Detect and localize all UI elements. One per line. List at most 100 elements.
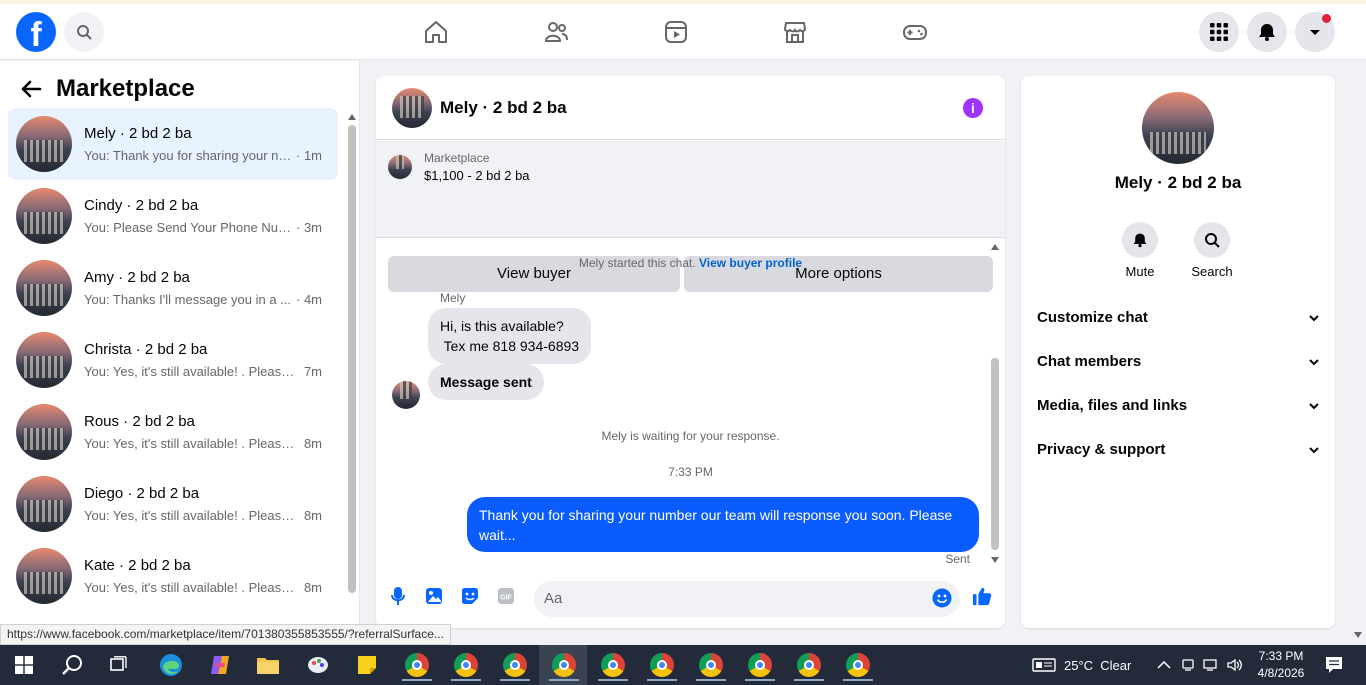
sidebar-title: Marketplace xyxy=(56,75,195,102)
taskbar-chrome[interactable] xyxy=(499,649,531,681)
voice-clip-button[interactable] xyxy=(388,586,408,606)
running-indicator xyxy=(696,679,726,681)
sender-avatar[interactable] xyxy=(392,381,420,409)
taskbar-chrome[interactable] xyxy=(597,649,629,681)
listing-title[interactable]: $1,100 - 2 bd 2 ba xyxy=(424,168,530,183)
chat-members-section[interactable]: Chat members xyxy=(1037,353,1319,370)
notification-center-button[interactable] xyxy=(1318,649,1350,681)
windows-taskbar: 25°C Clear 7:33 PM 4/8/2026 xyxy=(0,645,1366,685)
avatar[interactable] xyxy=(392,87,432,128)
edge-icon xyxy=(160,654,182,676)
nav-marketplace[interactable] xyxy=(781,18,809,46)
profile-name[interactable]: Mely · 2 bd 2 ba xyxy=(1021,173,1335,193)
thread-scroll-up[interactable] xyxy=(991,244,999,250)
account-button[interactable] xyxy=(1295,12,1335,52)
search-icon xyxy=(1205,233,1220,248)
taskbar-chrome[interactable] xyxy=(450,649,482,681)
conversation-item[interactable]: Christa · 2 bd 2 ba You: Yes, it's still… xyxy=(8,324,338,396)
customize-chat-section[interactable]: Customize chat xyxy=(1037,309,1319,326)
taskbar-chrome[interactable] xyxy=(793,649,825,681)
conversation-preview: You: Yes, it's still available! . Please… xyxy=(84,364,300,379)
sticker-button[interactable] xyxy=(460,586,480,606)
outgoing-message[interactable]: Thank you for sharing your number our te… xyxy=(467,497,979,552)
menu-grid-icon xyxy=(1210,23,1228,41)
chevron-down-icon xyxy=(1309,446,1319,453)
folder-icon xyxy=(257,658,279,674)
nav-friends[interactable] xyxy=(542,18,570,46)
taskbar-chrome[interactable] xyxy=(646,649,678,681)
taskbar-chrome[interactable] xyxy=(842,649,874,681)
thread-scrollbar[interactable] xyxy=(991,358,999,550)
conversation-item[interactable]: Rous · 2 bd 2 ba You: Yes, it's still av… xyxy=(8,396,338,468)
message-input[interactable]: Aa xyxy=(534,581,960,617)
sender-name: Mely xyxy=(440,291,466,305)
info-icon[interactable]: i xyxy=(963,98,983,118)
conversation-name: Diego · 2 bd 2 ba xyxy=(84,485,200,502)
taskbar-search[interactable] xyxy=(56,649,88,681)
nav-video[interactable] xyxy=(662,18,690,46)
conversation-item[interactable]: Kate · 2 bd 2 ba You: Yes, it's still av… xyxy=(8,540,338,612)
menu-button[interactable] xyxy=(1199,12,1239,52)
facebook-logo[interactable]: f xyxy=(16,12,56,52)
privacy-support-section[interactable]: Privacy & support xyxy=(1037,441,1319,458)
action-center-icon xyxy=(1326,657,1342,673)
profile-avatar[interactable] xyxy=(1142,92,1214,164)
conversation-preview: You: Please Send Your Phone Num... xyxy=(84,220,292,235)
conversation-item[interactable]: Mely · 2 bd 2 ba You: Thank you for shar… xyxy=(8,108,338,180)
incoming-message[interactable]: Message sent xyxy=(428,364,544,400)
bell-icon xyxy=(1133,233,1147,248)
thread-scroll-down[interactable] xyxy=(991,557,999,563)
gaming-icon xyxy=(903,25,927,40)
back-arrow-icon[interactable] xyxy=(20,79,42,99)
search-button[interactable] xyxy=(64,12,104,52)
home-icon xyxy=(425,21,447,43)
task-view-button[interactable] xyxy=(104,649,136,681)
emoji-button[interactable] xyxy=(932,588,952,608)
taskbar-edge[interactable] xyxy=(155,649,187,681)
conversation-item[interactable]: Amy · 2 bd 2 ba You: Thanks I'll message… xyxy=(8,252,338,324)
conversation-item[interactable]: Diego · 2 bd 2 ba You: Yes, it's still a… xyxy=(8,468,338,540)
clock-time: 7:33 PM xyxy=(1258,649,1304,663)
notifications-button[interactable] xyxy=(1247,12,1287,52)
nav-gaming[interactable] xyxy=(901,18,929,46)
sidebar-scrollbar[interactable] xyxy=(348,125,356,593)
avatar xyxy=(16,548,72,604)
taskbar-chrome-active[interactable] xyxy=(548,649,580,681)
taskbar-chrome[interactable] xyxy=(401,649,433,681)
like-button[interactable] xyxy=(972,586,992,606)
sidebar-scroll-up[interactable] xyxy=(348,114,356,120)
incoming-message[interactable]: Hi, is this available? Tex me 818 934-68… xyxy=(428,308,592,364)
system-tray-icons[interactable] xyxy=(1157,645,1243,685)
link-status-bar: https://www.facebook.com/marketplace/ite… xyxy=(0,624,451,645)
thumbs-up-icon xyxy=(972,587,992,606)
search-icon xyxy=(62,655,82,675)
message-input-placeholder: Aa xyxy=(544,590,563,607)
weather-text: 25°C Clear xyxy=(1064,657,1132,673)
chat-title[interactable]: Mely · 2 bd 2 ba xyxy=(440,98,567,118)
taskbar-clock[interactable]: 7:33 PM 4/8/2026 xyxy=(1252,648,1310,682)
conversation-time: · 1m xyxy=(296,148,322,163)
search-action[interactable]: Search xyxy=(1182,222,1242,279)
conversation-name: Amy · 2 bd 2 ba xyxy=(84,269,190,286)
taskbar-chrome[interactable] xyxy=(744,649,776,681)
taskbar-app[interactable] xyxy=(204,649,236,681)
conversation-time: 8m xyxy=(303,436,322,451)
conversation-item[interactable]: Cindy · 2 bd 2 ba You: Please Send Your … xyxy=(8,180,338,252)
taskbar-sticky-notes[interactable] xyxy=(351,649,383,681)
avatar xyxy=(16,404,72,460)
nav-home[interactable] xyxy=(422,18,450,46)
view-buyer-profile-link[interactable]: View buyer profile xyxy=(699,256,802,270)
conversation-name: Kate · 2 bd 2 ba xyxy=(84,557,191,574)
conversation-preview: You: Thanks I'll message you in a ... xyxy=(84,292,291,307)
mute-action[interactable]: Mute xyxy=(1110,222,1170,279)
weather-widget[interactable]: 25°C Clear xyxy=(1032,645,1131,685)
search-icon xyxy=(77,25,92,40)
taskbar-app[interactable] xyxy=(302,649,334,681)
start-button[interactable] xyxy=(8,649,40,681)
media-files-links-section[interactable]: Media, files and links xyxy=(1037,397,1319,414)
gif-button[interactable]: GIF xyxy=(496,586,516,606)
page-scroll-down[interactable] xyxy=(1354,632,1362,638)
taskbar-file-explorer[interactable] xyxy=(252,649,284,681)
attach-photo-button[interactable] xyxy=(424,586,444,606)
taskbar-chrome[interactable] xyxy=(695,649,727,681)
